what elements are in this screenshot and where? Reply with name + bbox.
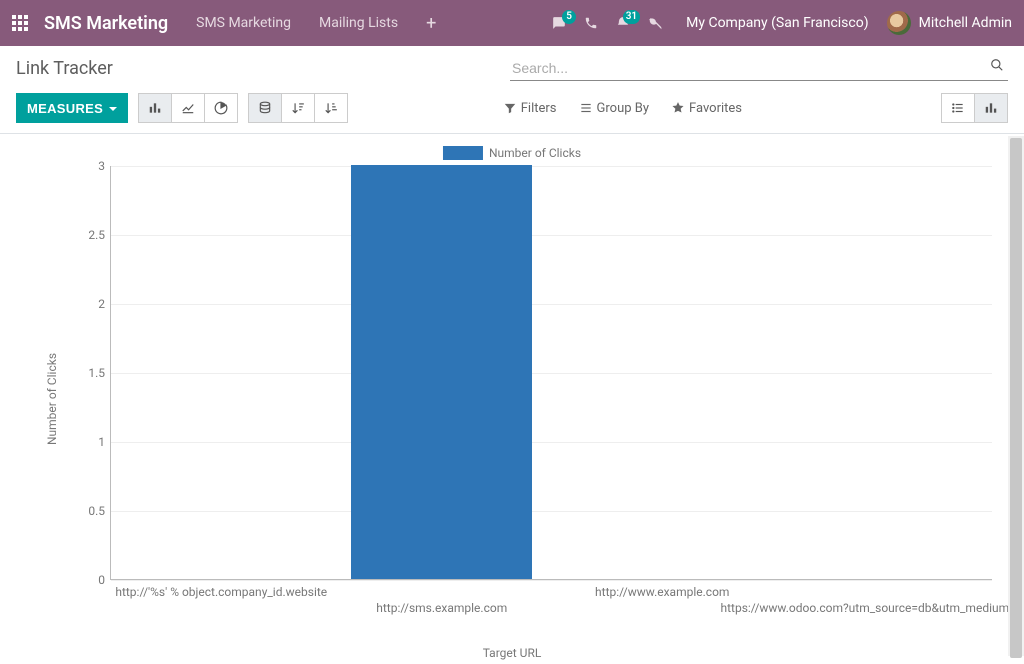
sort-desc-button[interactable] bbox=[281, 93, 315, 123]
menu-mailing-lists[interactable]: Mailing Lists bbox=[319, 15, 398, 31]
systray: 5 31 My Company (San Francisco) Mitchell… bbox=[552, 11, 1012, 35]
measures-button[interactable]: Measures bbox=[16, 93, 128, 123]
y-tick-label: 2 bbox=[75, 297, 105, 311]
scrollbar[interactable] bbox=[1008, 136, 1024, 656]
stack-sort-group bbox=[248, 93, 348, 123]
new-menu-button[interactable]: + bbox=[426, 13, 436, 34]
list-view-button[interactable] bbox=[941, 93, 975, 123]
caret-down-icon bbox=[103, 101, 117, 116]
filters-label: Filters bbox=[521, 101, 557, 116]
line-chart-button[interactable] bbox=[171, 93, 205, 123]
grid-line bbox=[111, 373, 992, 374]
x-tick-label: http://www.example.com bbox=[595, 585, 729, 599]
scrollbar-thumb[interactable] bbox=[1010, 138, 1022, 658]
favorites-button[interactable]: Favorites bbox=[671, 101, 742, 116]
search-icon[interactable] bbox=[990, 58, 1004, 76]
bar[interactable] bbox=[351, 165, 532, 579]
phone-icon[interactable] bbox=[584, 16, 598, 30]
debug-icon[interactable] bbox=[648, 16, 662, 30]
search-options: Filters Group By Favorites bbox=[503, 101, 742, 116]
stacked-button[interactable] bbox=[248, 93, 282, 123]
user-name: Mitchell Admin bbox=[919, 15, 1012, 31]
brand-title[interactable]: SMS Marketing bbox=[44, 13, 168, 34]
top-nav: SMS Marketing SMS Marketing Mailing List… bbox=[0, 0, 1024, 46]
graph-view-button[interactable] bbox=[974, 93, 1008, 123]
x-tick-label: http://'%s' % object.company_id.website bbox=[115, 585, 327, 599]
breadcrumb: Link Tracker bbox=[16, 58, 113, 79]
subheader: Link Tracker bbox=[0, 46, 1024, 87]
y-tick-label: 0 bbox=[75, 573, 105, 587]
groupby-label: Group By bbox=[597, 101, 650, 116]
chart-legend[interactable]: Number of Clicks bbox=[443, 146, 581, 160]
y-tick-label: 1.5 bbox=[75, 366, 105, 380]
grid-line bbox=[111, 166, 992, 167]
search-input[interactable] bbox=[510, 56, 1008, 80]
x-tick-label: http://sms.example.com bbox=[376, 601, 507, 615]
y-tick-label: 1 bbox=[75, 435, 105, 449]
sort-asc-button[interactable] bbox=[314, 93, 348, 123]
discuss-badge: 5 bbox=[562, 10, 576, 24]
user-menu[interactable]: Mitchell Admin bbox=[887, 11, 1012, 35]
y-tick-label: 2.5 bbox=[75, 228, 105, 242]
avatar bbox=[887, 11, 911, 35]
grid-line bbox=[111, 511, 992, 512]
activities-icon[interactable]: 31 bbox=[616, 16, 630, 30]
x-tick-label: https://www.odoo.com?utm_source=db&utm_m… bbox=[721, 601, 1024, 615]
favorites-label: Favorites bbox=[689, 101, 742, 116]
legend-swatch bbox=[443, 146, 483, 160]
graph-type-group bbox=[138, 93, 238, 123]
measures-label: Measures bbox=[27, 101, 103, 116]
legend-label: Number of Clicks bbox=[489, 146, 581, 160]
discuss-icon[interactable]: 5 bbox=[552, 16, 566, 30]
y-axis-label: Number of Clicks bbox=[45, 353, 59, 445]
grid-line bbox=[111, 442, 992, 443]
plot-area: 00.511.522.53http://'%s' % object.compan… bbox=[110, 166, 992, 580]
control-panel: Measures Filters Group By bbox=[0, 87, 1024, 134]
activities-badge: 31 bbox=[623, 10, 640, 24]
groupby-button[interactable]: Group By bbox=[579, 101, 650, 116]
filters-button[interactable]: Filters bbox=[503, 101, 557, 116]
search-wrap bbox=[510, 56, 1008, 81]
view-switcher bbox=[942, 93, 1008, 123]
bar-chart-button[interactable] bbox=[138, 93, 172, 123]
y-tick-label: 3 bbox=[75, 159, 105, 173]
grid-line bbox=[111, 580, 992, 581]
menu-sms-marketing[interactable]: SMS Marketing bbox=[196, 15, 291, 31]
company-switcher[interactable]: My Company (San Francisco) bbox=[686, 15, 868, 31]
y-tick-label: 0.5 bbox=[75, 504, 105, 518]
grid-line bbox=[111, 235, 992, 236]
apps-icon[interactable] bbox=[12, 15, 28, 31]
x-axis-label: Target URL bbox=[483, 646, 542, 660]
chart-area: Number of Clicks Number of Clicks Target… bbox=[0, 134, 1024, 664]
pie-chart-button[interactable] bbox=[204, 93, 238, 123]
grid-line bbox=[111, 304, 992, 305]
